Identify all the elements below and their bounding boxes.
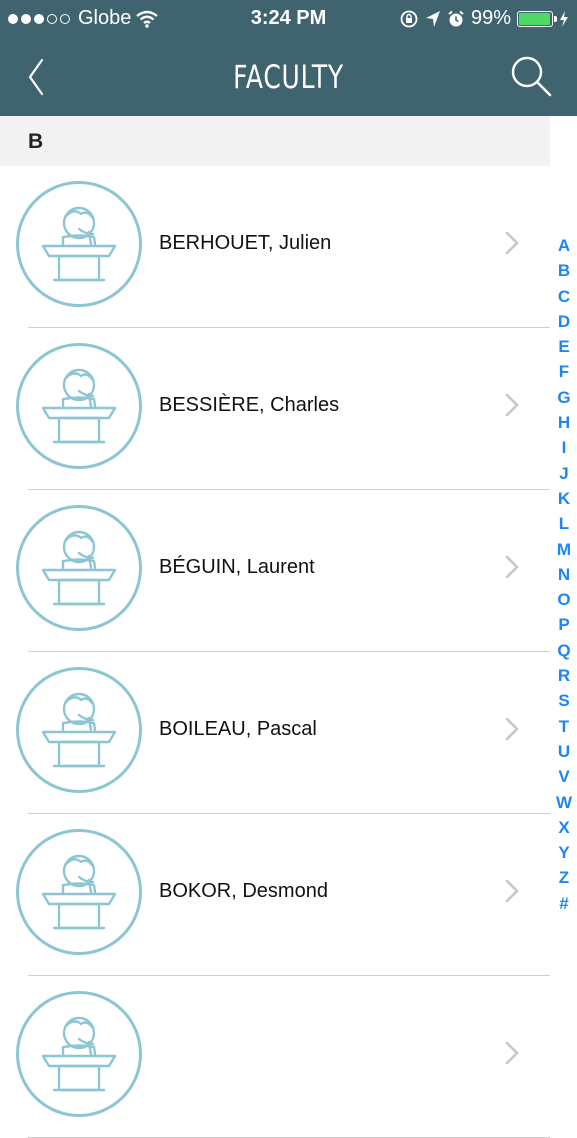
chevron-right-icon [505,393,519,417]
faculty-name: BOKOR, Desmond [159,880,328,902]
index-letter[interactable]: Z [559,865,569,890]
chevron-right-icon [505,879,519,903]
app-header: Globe 3:24 PM 99% FACULTY [0,0,577,116]
index-letter[interactable]: I [562,435,567,460]
speaker-avatar-icon [16,667,142,793]
faculty-row[interactable]: BOILEAU, Pascal [0,652,550,814]
index-letter[interactable]: T [559,714,569,739]
index-letter[interactable]: M [557,537,571,562]
faculty-list: BERHOUET, Julien BESSIÈRE, Charles BÉGUI… [0,166,550,1138]
index-letter[interactable]: H [558,410,570,435]
index-letter[interactable]: L [559,511,569,536]
rotation-lock-icon [400,10,418,27]
speaker-avatar-icon [16,181,142,307]
index-letter[interactable]: P [558,612,569,637]
speaker-avatar-icon [16,505,142,631]
index-letter[interactable]: V [558,764,569,789]
alphabet-index[interactable]: A B C D E F G H I J K L M N O P Q R S T U V W X Y Z # [551,233,577,916]
battery-cap [554,15,557,22]
page-title: FACULTY [233,58,344,96]
chevron-left-icon [28,58,44,96]
section-letter: B [28,130,44,153]
index-letter[interactable]: E [558,334,569,359]
faculty-row[interactable]: BÉGUIN, Laurent [0,490,550,652]
chevron-right-icon [505,717,519,741]
charging-bolt-icon [560,10,568,27]
faculty-name: BOILEAU, Pascal [159,718,317,740]
faculty-row[interactable]: BOKOR, Desmond [0,814,550,976]
chevron-right-icon [505,231,519,255]
index-letter[interactable]: G [557,385,570,410]
battery-percent: 99% [470,7,511,29]
speaker-avatar-icon [16,343,142,469]
speaker-avatar-icon [16,991,142,1117]
index-letter[interactable]: S [558,688,569,713]
index-letter[interactable]: R [558,663,570,688]
index-letter[interactable]: J [559,461,568,486]
faculty-name: BÉGUIN, Laurent [159,556,315,578]
chevron-right-icon [505,555,519,579]
faculty-name: BERHOUET, Julien [159,232,332,254]
battery-icon [517,10,557,27]
index-letter[interactable]: U [558,739,570,764]
faculty-row[interactable] [0,976,550,1138]
speaker-avatar-icon [16,829,142,955]
search-icon [511,56,552,97]
section-header: B [0,116,550,166]
faculty-row[interactable]: BESSIÈRE, Charles [0,328,550,490]
index-letter[interactable]: Q [557,638,570,663]
faculty-name: BESSIÈRE, Charles [159,394,340,416]
index-letter[interactable]: D [558,309,570,334]
index-letter[interactable]: B [558,258,570,283]
index-letter[interactable]: N [558,562,570,587]
index-letter[interactable]: X [558,815,569,840]
index-letter[interactable]: # [559,891,568,916]
faculty-row[interactable]: BERHOUET, Julien [0,166,550,328]
index-letter[interactable]: O [557,587,570,612]
index-letter[interactable]: A [558,233,570,258]
search-button[interactable] [505,50,557,102]
index-letter[interactable]: F [559,359,569,384]
alarm-icon [448,10,464,26]
nav-bar: FACULTY [0,38,577,116]
battery-level-fill [519,12,550,25]
status-bar: Globe 3:24 PM 99% [0,0,577,38]
index-letter[interactable]: Y [558,840,569,865]
index-letter[interactable]: C [558,284,570,309]
index-letter[interactable]: W [556,790,572,815]
chevron-right-icon [505,1041,519,1065]
index-letter[interactable]: K [558,486,570,511]
status-right: 99% [399,7,569,30]
back-button[interactable] [18,52,58,102]
location-arrow-icon [425,10,440,27]
